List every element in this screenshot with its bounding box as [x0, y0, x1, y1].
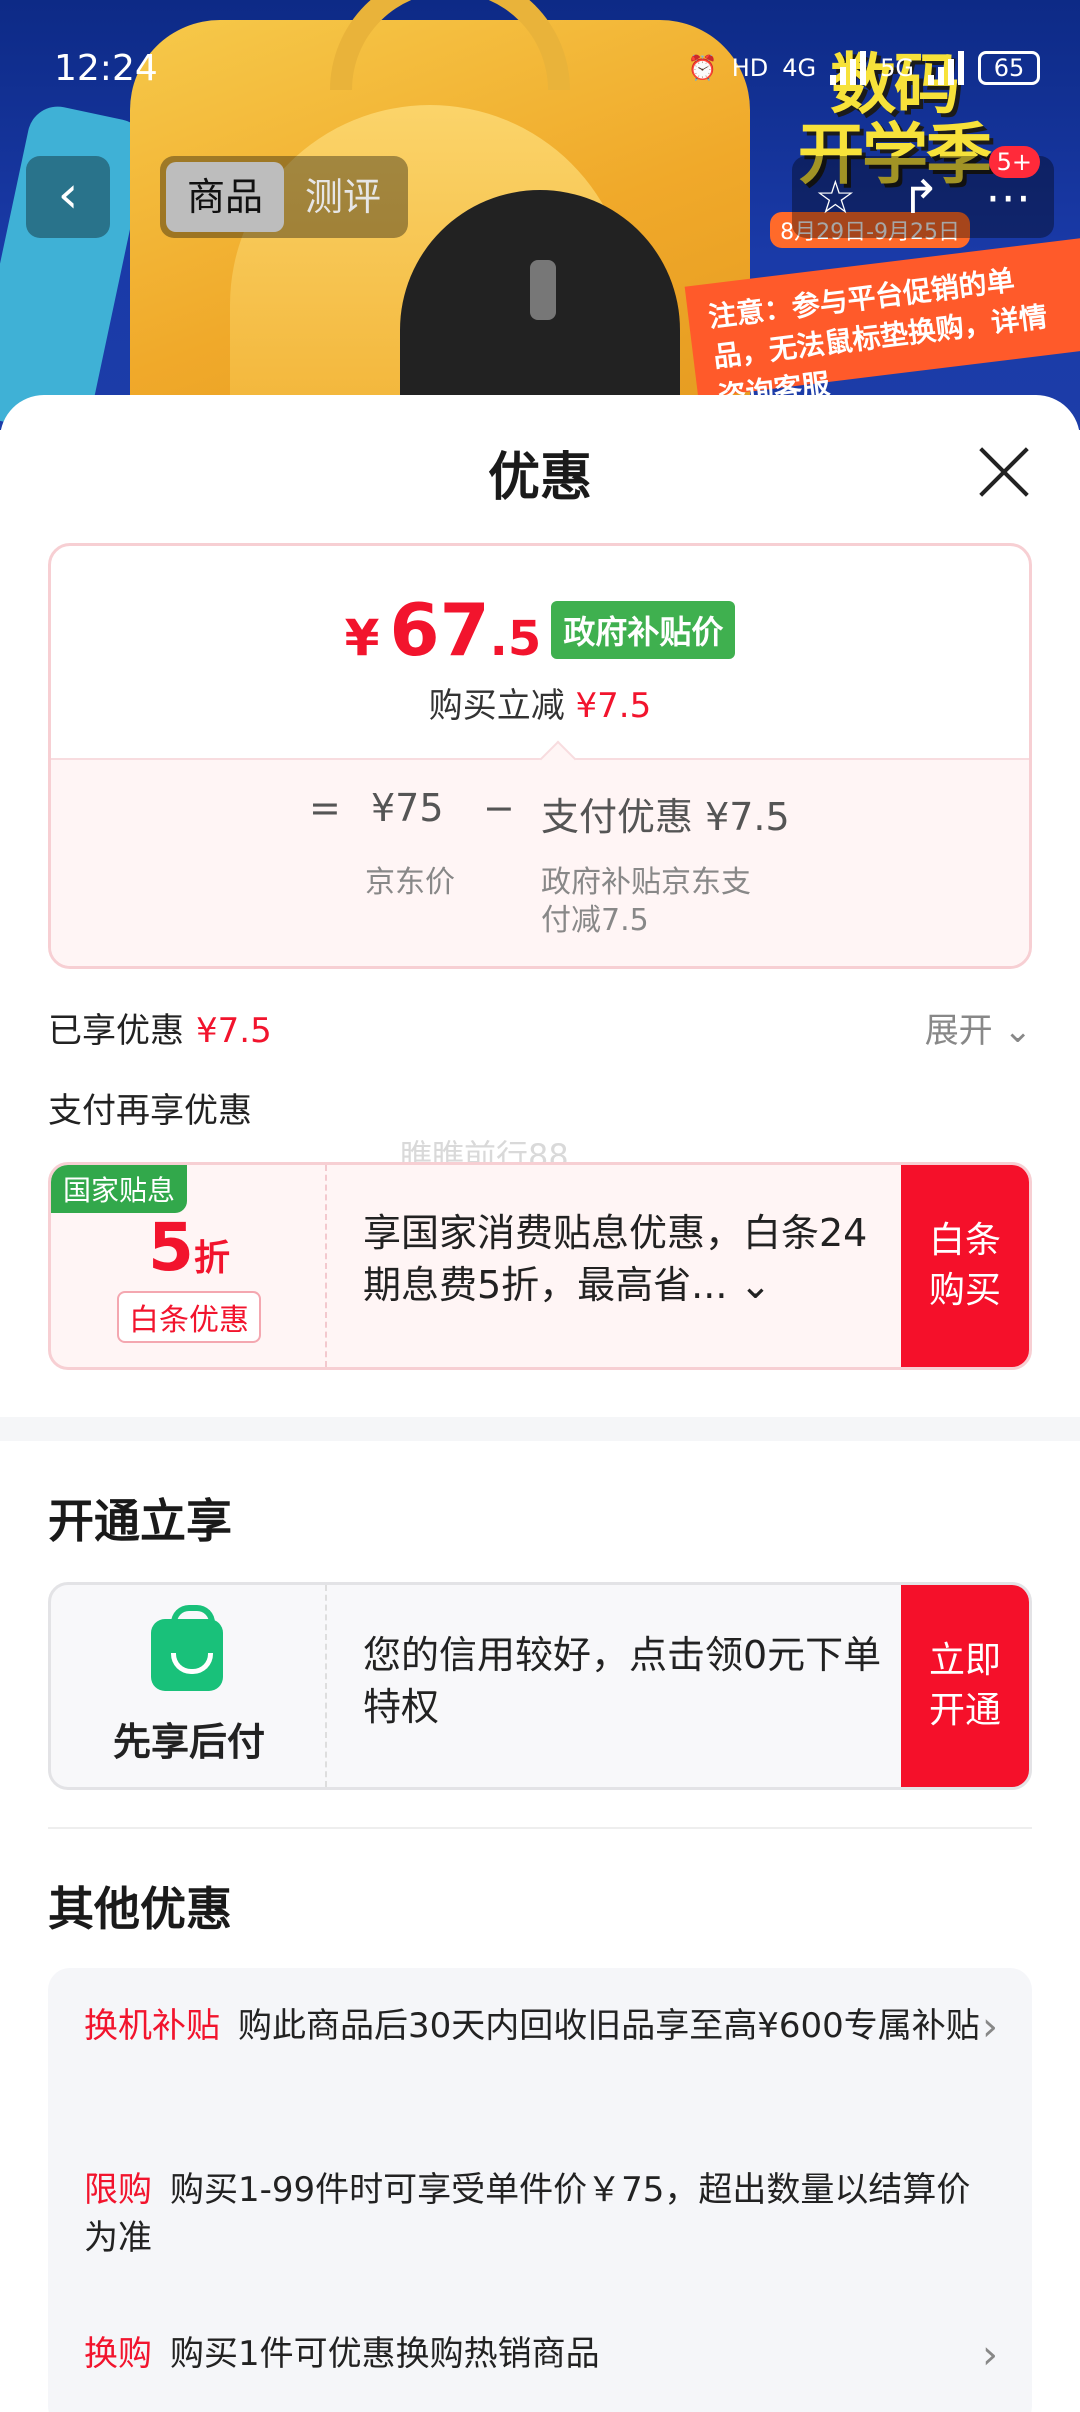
alarm-icon: ⏰ [687, 54, 718, 82]
chevron-right-icon[interactable]: › [982, 2004, 998, 2050]
pay-more-title: 支付再享优惠 [48, 1091, 252, 1131]
sheet-title: 优惠 [487, 448, 592, 508]
offer-purchase-limit: 限购 购买1-99件时可享受单件价￥75，超出数量以结算价为准 [84, 2166, 984, 2262]
pay-later-label: 先享后付 [112, 1720, 265, 1764]
offer-text: 购此商品后30天内回收旧品享至高¥600专属补贴 [238, 2006, 980, 2046]
equals-sign: = [309, 786, 341, 830]
price-calc-area: = ¥75 京东价 − 支付优惠 ¥7.5 政府补贴京东支 付减7.5 [51, 740, 1029, 966]
back-button[interactable]: ‹ [26, 156, 110, 238]
network-4g-label: 4G [782, 54, 817, 82]
discount-value: 支付优惠 ¥7.5 [541, 795, 790, 839]
baitiao-offer-card[interactable]: 国家贴息 5折 白条优惠 享国家消费贴息优惠，白条24期息费5折，最高省... … [48, 1162, 1032, 1370]
battery-icon: 65 [978, 51, 1040, 85]
base-price-label: 京东价 [365, 865, 455, 900]
offer-tag: 换机补贴 [84, 2006, 220, 2046]
pay-later-card[interactable]: 先享后付 您的信用较好，点击领0元下单特权 立即 开通 [48, 1582, 1032, 1790]
pay-later-description: 您的信用较好，点击领0元下单特权 [363, 1633, 882, 1729]
price-breakdown-card: ¥ 67 .5 政府补贴价 购买立减 ¥7.5 = ¥75 京东价 − 支付优惠… [48, 543, 1032, 969]
expand-button[interactable]: 展开 ⌄ [925, 1003, 1032, 1052]
hd-icon: HD [731, 54, 769, 82]
chevron-down-icon: ⌄ [739, 1263, 772, 1307]
close-icon[interactable] [976, 443, 1032, 499]
gov-subsidy-tag: 政府补贴价 [551, 601, 736, 659]
chevron-right-icon[interactable]: › [982, 2332, 998, 2378]
chevron-down-icon: ⌄ [1003, 1011, 1033, 1051]
tab-product[interactable]: 商品 [166, 162, 284, 232]
divider [48, 1827, 1032, 1829]
baitiao-discount: 5折 [148, 1209, 230, 1286]
status-time: 12:24 [54, 48, 158, 89]
other-offers-list: 换机补贴 购此商品后30天内回收旧品享至高¥600专属补贴 › 限购 购买1-99件… [48, 1968, 1032, 2412]
more-icon[interactable]: ⋯ [985, 170, 1031, 224]
instant-save-row: 购买立减 ¥7.5 [51, 678, 1029, 727]
page-tabs: 商品 测评 [160, 156, 408, 238]
tab-review[interactable]: 测评 [284, 162, 402, 232]
shopping-bag-icon [151, 1605, 223, 1691]
price-currency: ¥ [344, 609, 380, 667]
activate-now-button[interactable]: 立即 开通 [901, 1585, 1029, 1787]
offer-text: 购买1件可优惠换购热销商品 [170, 2334, 600, 2374]
baitiao-description[interactable]: 享国家消费贴息优惠，白条24期息费5折，最高省... ⌄ [363, 1207, 903, 1311]
offer-trade-in[interactable]: 换机补贴 购此商品后30天内回收旧品享至高¥600专属补贴 [84, 2002, 984, 2050]
save-label: 购买立减 [428, 686, 565, 726]
chevron-left-icon: ‹ [57, 165, 79, 225]
minus-sign: − [483, 786, 515, 830]
price-integer: 67 [389, 588, 490, 672]
baitiao-buy-button[interactable]: 白条 购买 [901, 1165, 1029, 1367]
open-section-title: 开通立享 [48, 1494, 232, 1548]
discount-sheet: 优惠 ¥ 67 .5 政府补贴价 购买立减 ¥7.5 = ¥75 京东价 − 支… [0, 395, 1080, 2412]
national-subsidy-tag: 国家贴息 [51, 1165, 188, 1213]
network-5g-label: 5G [880, 54, 914, 82]
product-nav-bar: ‹ 商品 测评 ☆ ↱ ⋯ 5+ [0, 146, 1080, 242]
baitiao-sub-tag: 白条优惠 [117, 1291, 261, 1343]
message-badge: 5+ [988, 146, 1040, 178]
other-offers-title: 其他优惠 [48, 1882, 232, 1936]
final-price: ¥ 67 .5 政府补贴价 [51, 588, 1029, 672]
offer-exchange-purchase[interactable]: 换购 购买1件可优惠换购热销商品 [84, 2330, 984, 2378]
base-price-value: ¥75 [371, 786, 444, 830]
share-icon[interactable]: ↱ [901, 170, 940, 224]
offer-text: 购买1-99件时可享受单件价￥75，超出数量以结算价为准 [84, 2170, 971, 2258]
discount-label: 政府补贴京东支 付减7.5 [541, 865, 751, 938]
signal-icon [830, 51, 867, 85]
status-icons: ⏰ HD 4G 5G 65 [688, 48, 1040, 88]
offer-tag: 限购 [84, 2170, 152, 2210]
enjoyed-value: ¥7.5 [196, 1011, 272, 1051]
enjoyed-label: 已享优惠 [48, 1011, 184, 1051]
price-decimal: .5 [489, 611, 542, 667]
enjoyed-discount: 已享优惠 ¥7.5 [48, 1003, 272, 1052]
status-bar: 12:24 ⏰ HD 4G 5G 65 [0, 0, 1080, 140]
section-separator [0, 1417, 1080, 1441]
signal-icon-2 [928, 51, 964, 85]
mouse-wheel [530, 260, 556, 320]
save-value: ¥7.5 [575, 686, 652, 726]
favorite-star-icon[interactable]: ☆ [815, 170, 856, 224]
offer-tag: 换购 [84, 2334, 152, 2374]
nav-actions: ☆ ↱ ⋯ 5+ [792, 146, 1054, 238]
